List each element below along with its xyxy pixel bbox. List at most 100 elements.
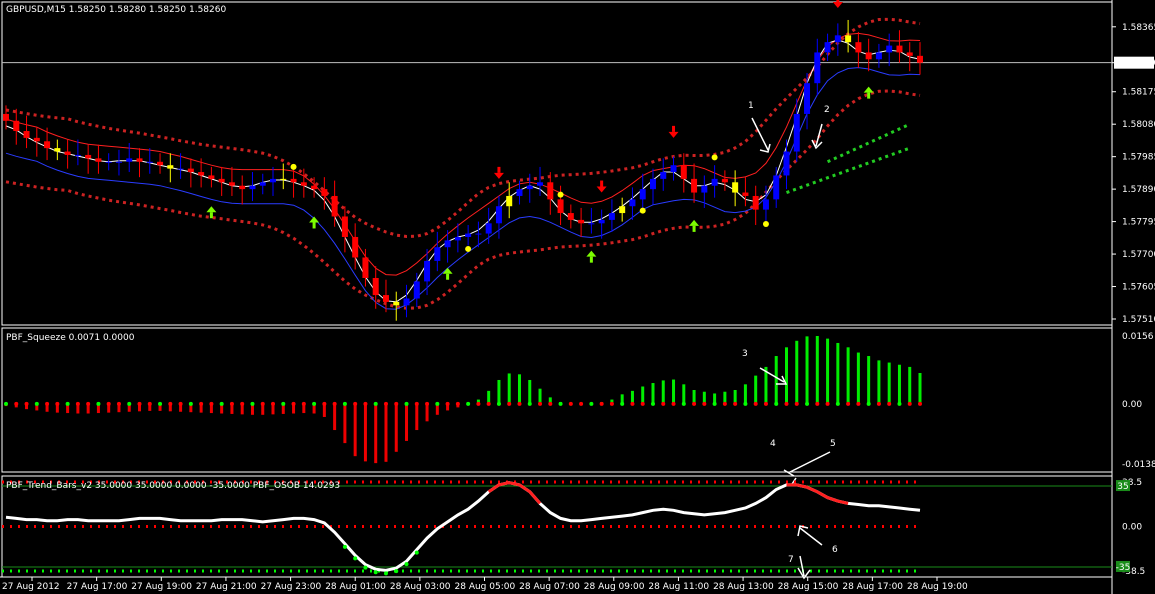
time-tick-label: 28 Aug 07:00: [519, 582, 580, 592]
candle-body: [773, 175, 780, 200]
candle-body: [557, 199, 564, 214]
candle-body: [23, 131, 30, 138]
candle-body: [454, 236, 461, 241]
buy-arrow-stem: [209, 212, 213, 219]
squeeze-dot: [589, 401, 594, 406]
squeeze-dot: [486, 401, 491, 406]
squeeze-dot: [815, 401, 820, 406]
squeeze-dot: [907, 401, 912, 406]
squeeze-panel-title: PBF_Squeeze 0.0071 0.0000: [6, 333, 135, 343]
squeeze-dot: [209, 401, 214, 406]
lower-band-dotted: [5, 89, 921, 310]
trend-oversold-dot: [363, 565, 368, 570]
squeeze-dot: [620, 401, 625, 406]
trend-oversold-dot: [373, 570, 378, 575]
candle-body: [526, 185, 533, 190]
buy-arrow-icon: [309, 216, 320, 223]
squeeze-dot: [825, 401, 830, 406]
signal-dot: [711, 154, 718, 161]
squeeze-dot: [178, 401, 183, 406]
candle-body: [280, 178, 287, 180]
candle-body: [259, 182, 266, 186]
sell-arrow-icon: [832, 2, 843, 8]
candle-body: [290, 178, 297, 183]
squeeze-dot: [918, 401, 922, 406]
squeeze-dot: [96, 401, 101, 406]
candle-body: [824, 42, 831, 53]
squeeze-dot: [650, 401, 655, 406]
trend-oversold-dot: [414, 550, 419, 555]
trend-panel-title: PBF_Trend_Bars_v2 35.0000 35.0000 0.0000…: [6, 481, 340, 491]
trend-line: [5, 481, 921, 572]
annotation-3: 3: [742, 349, 748, 359]
time-tick-label: 27 Aug 23:00: [261, 582, 322, 592]
squeeze-dot: [753, 401, 758, 406]
candle-body: [85, 154, 92, 159]
squeeze-dot: [229, 401, 234, 406]
sell-arrow-stem: [497, 166, 501, 173]
candle-body: [465, 233, 472, 237]
candle-body: [177, 168, 184, 170]
candle-body: [762, 199, 769, 210]
squeeze-dot: [4, 401, 8, 406]
green-trend-dotted-upper: [826, 122, 911, 164]
candle-body: [403, 298, 410, 306]
annotation-1-arrow-icon: [751, 117, 771, 153]
candle-body: [578, 219, 585, 224]
squeeze-tick-label: -0.0138: [1122, 460, 1155, 470]
trend-tick-label: 0.00: [1122, 523, 1142, 533]
candle-body: [321, 189, 328, 196]
squeeze-dot: [692, 401, 697, 406]
squeeze-dot: [496, 401, 501, 406]
squeeze-dot: [630, 401, 635, 406]
annotation-4: 4: [770, 439, 776, 449]
price-tick-label: 1.58365: [1122, 23, 1155, 33]
candle-body: [742, 192, 749, 196]
candle-body: [711, 178, 718, 186]
buy-arrow-icon: [689, 219, 700, 226]
price-tick-label: 1.58175: [1122, 88, 1155, 98]
candle-body: [126, 158, 133, 162]
candle-body: [413, 281, 420, 299]
candle-body: [619, 206, 626, 214]
squeeze-dot: [363, 401, 368, 406]
price-tick-label: 1.57985: [1122, 153, 1155, 163]
candle-body: [44, 141, 51, 149]
candle-body: [372, 277, 379, 296]
candle-body: [239, 185, 246, 190]
main-panel-title: GBPUSD,M15 1.58250 1.58280 1.58250 1.582…: [6, 5, 226, 15]
buy-arrow-stem: [867, 92, 871, 99]
candle-body: [588, 223, 595, 225]
trend-panel-frame: [1, 475, 1113, 578]
squeeze-dot: [733, 401, 738, 406]
squeeze-dot: [260, 401, 265, 406]
squeeze-dot: [445, 401, 450, 406]
squeeze-dot: [856, 401, 861, 406]
sell-arrow-stem: [836, 0, 840, 2]
squeeze-dot: [127, 401, 132, 406]
squeeze-dot: [404, 401, 409, 406]
candle-body: [13, 120, 20, 132]
squeeze-dot: [250, 401, 255, 406]
signal-dot: [762, 220, 769, 227]
squeeze-dot: [147, 401, 152, 406]
candle-body: [906, 52, 913, 56]
squeeze-tick-label: 0.00: [1122, 400, 1142, 410]
squeeze-dot: [65, 401, 70, 406]
candle-body: [54, 148, 61, 152]
squeeze-dot: [609, 401, 614, 406]
candle-body: [639, 189, 646, 200]
squeeze-dot: [116, 401, 121, 406]
envelope-lower-line: [5, 67, 921, 310]
candle-body: [115, 161, 122, 163]
squeeze-dot: [784, 401, 789, 406]
candle-body: [845, 35, 852, 43]
squeeze-dot: [712, 401, 717, 406]
squeeze-dot: [466, 401, 471, 406]
sell-arrow-stem: [672, 125, 676, 132]
candle-body: [865, 52, 872, 60]
time-tick-label: 28 Aug 15:00: [778, 582, 839, 592]
time-tick-label: 28 Aug 01:00: [325, 582, 386, 592]
candle-body: [547, 182, 554, 200]
squeeze-dot: [507, 401, 512, 406]
